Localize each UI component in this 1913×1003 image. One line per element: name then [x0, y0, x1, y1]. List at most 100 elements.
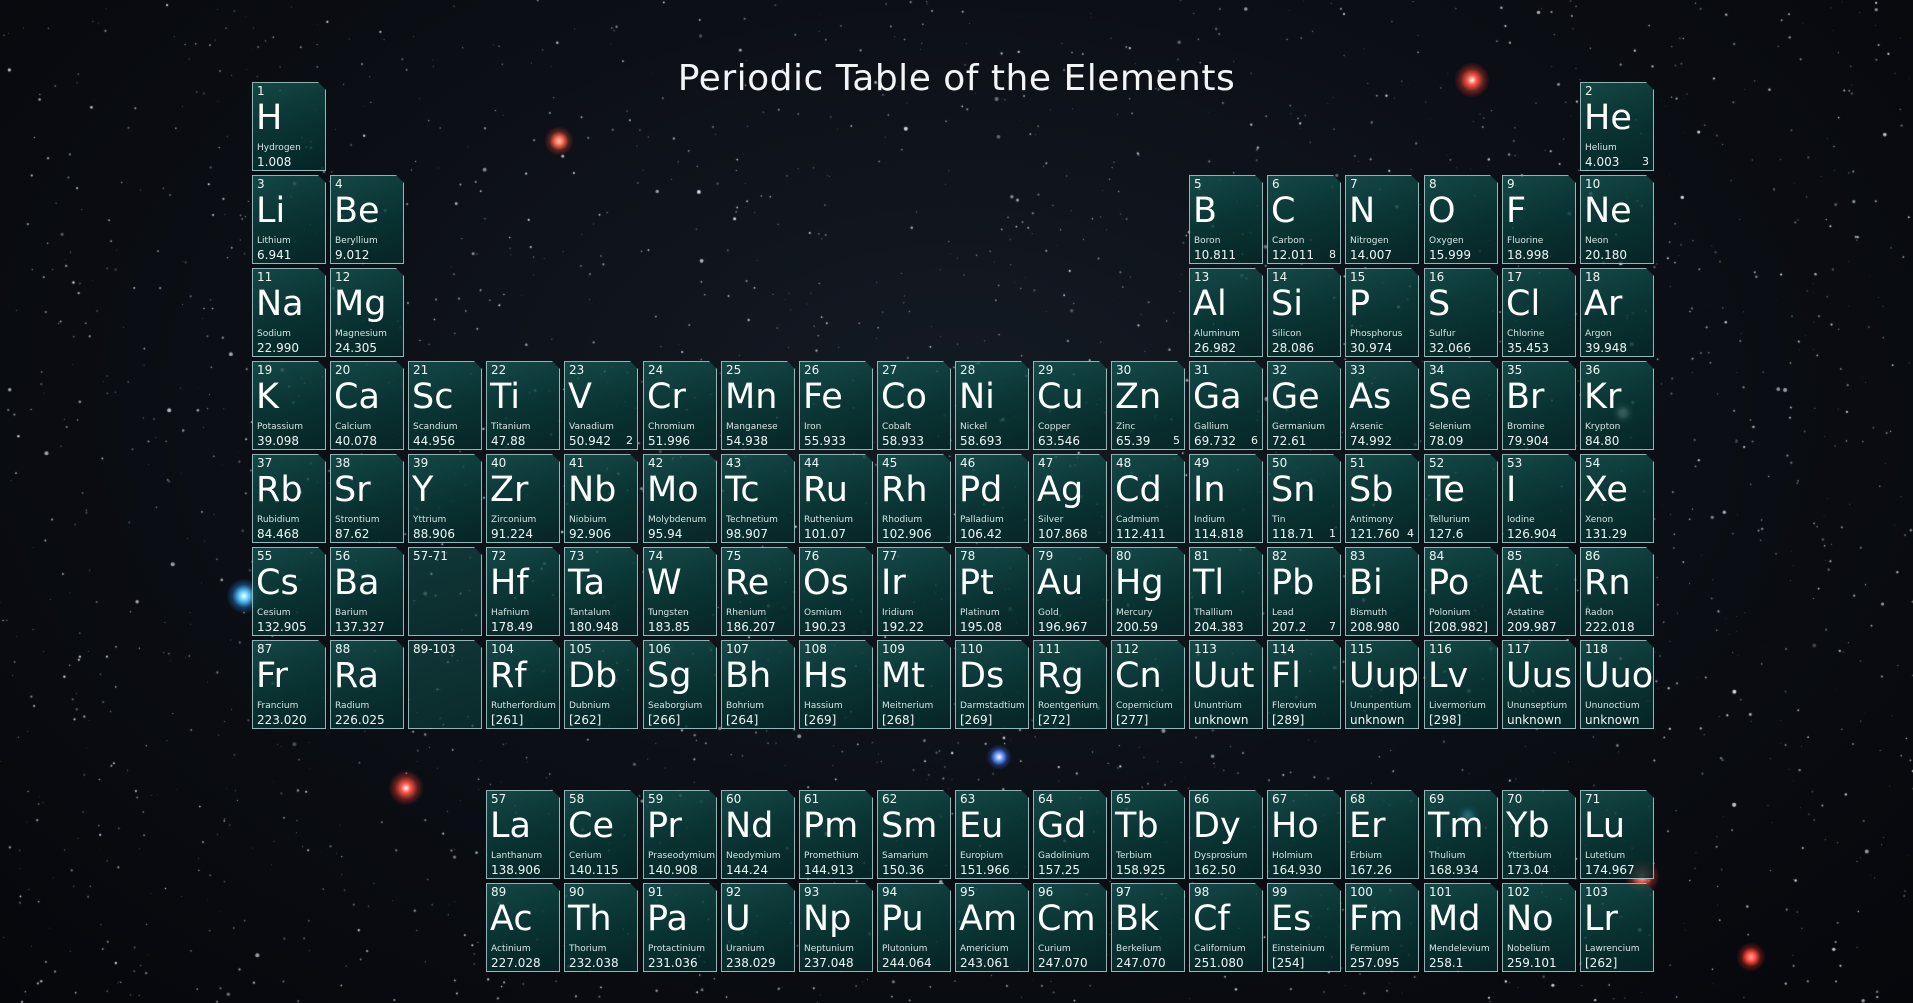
element-cell-pr[interactable]: 59 Pr Praseodymium 140.908 — [643, 790, 717, 879]
element-cell-tl[interactable]: 81 Tl Thallium 204.383 — [1189, 547, 1263, 636]
element-cell-uup[interactable]: 115 Uup Ununpentium unknown — [1345, 640, 1419, 729]
element-cell-be[interactable]: 4 Be Beryllium 9.012 — [330, 175, 404, 264]
element-cell-y[interactable]: 39 Y Yttrium 88.906 — [408, 454, 482, 543]
element-cell-rg[interactable]: 111 Rg Roentgenium [272] — [1033, 640, 1107, 729]
series-placeholder-cell[interactable]: 57-71 — [408, 547, 482, 636]
element-cell-hs[interactable]: 108 Hs Hassium [269] — [799, 640, 873, 729]
element-cell-pt[interactable]: 78 Pt Platinum 195.08 — [955, 547, 1029, 636]
element-cell-ne[interactable]: 10 Ne Neon 20.180 — [1580, 175, 1654, 264]
element-cell-rf[interactable]: 104 Rf Rutherfordium [261] — [486, 640, 560, 729]
element-cell-rh[interactable]: 45 Rh Rhodium 102.906 — [877, 454, 951, 543]
element-cell-eu[interactable]: 63 Eu Europium 151.966 — [955, 790, 1029, 879]
element-cell-s[interactable]: 16 S Sulfur 32.066 — [1424, 268, 1498, 357]
element-cell-ho[interactable]: 67 Ho Holmium 164.930 — [1267, 790, 1341, 879]
element-cell-n[interactable]: 7 N Nitrogen 14.007 — [1345, 175, 1419, 264]
element-cell-ti[interactable]: 22 Ti Titanium 47.88 — [486, 361, 560, 450]
element-cell-te[interactable]: 52 Te Tellurium 127.6 — [1424, 454, 1498, 543]
element-cell-br[interactable]: 35 Br Bromine 79.904 — [1502, 361, 1576, 450]
element-cell-yb[interactable]: 70 Yb Ytterbium 173.04 — [1502, 790, 1576, 879]
element-cell-ag[interactable]: 47 Ag Silver 107.868 — [1033, 454, 1107, 543]
element-cell-u[interactable]: 92 U Uranium 238.029 — [721, 883, 795, 972]
element-cell-hg[interactable]: 80 Hg Mercury 200.59 — [1111, 547, 1185, 636]
element-cell-sc[interactable]: 21 Sc Scandium 44.956 — [408, 361, 482, 450]
element-cell-no[interactable]: 102 No Nobelium 259.101 — [1502, 883, 1576, 972]
element-cell-sn[interactable]: 50 Sn Tin 118.71 1 — [1267, 454, 1341, 543]
element-cell-rn[interactable]: 86 Rn Radon 222.018 — [1580, 547, 1654, 636]
element-cell-as[interactable]: 33 As Arsenic 74.992 — [1345, 361, 1419, 450]
element-cell-he[interactable]: 2 He Helium 4.003 3 — [1580, 82, 1654, 171]
element-cell-la[interactable]: 57 La Lanthanum 138.906 — [486, 790, 560, 879]
element-cell-fm[interactable]: 100 Fm Fermium 257.095 — [1345, 883, 1419, 972]
element-cell-li[interactable]: 3 Li Lithium 6.941 — [252, 175, 326, 264]
element-cell-cs[interactable]: 55 Cs Cesium 132.905 — [252, 547, 326, 636]
element-cell-lv[interactable]: 116 Lv Livermorium [298] — [1424, 640, 1498, 729]
element-cell-ga[interactable]: 31 Ga Gallium 69.732 6 — [1189, 361, 1263, 450]
element-cell-lr[interactable]: 103 Lr Lawrencium [262] — [1580, 883, 1654, 972]
element-cell-bh[interactable]: 107 Bh Bohrium [264] — [721, 640, 795, 729]
element-cell-c[interactable]: 6 C Carbon 12.011 8 — [1267, 175, 1341, 264]
element-cell-ta[interactable]: 73 Ta Tantalum 180.948 — [564, 547, 638, 636]
element-cell-b[interactable]: 5 B Boron 10.811 — [1189, 175, 1263, 264]
element-cell-uus[interactable]: 117 Uus Ununseptium unknown — [1502, 640, 1576, 729]
element-cell-i[interactable]: 53 I Iodine 126.904 — [1502, 454, 1576, 543]
element-cell-lu[interactable]: 71 Lu Lutetium 174.967 — [1580, 790, 1654, 879]
element-cell-es[interactable]: 99 Es Einsteinium [254] — [1267, 883, 1341, 972]
element-cell-dy[interactable]: 66 Dy Dysprosium 162.50 — [1189, 790, 1263, 879]
element-cell-uuo[interactable]: 118 Uuo Ununoctium unknown — [1580, 640, 1654, 729]
element-cell-in[interactable]: 49 In Indium 114.818 — [1189, 454, 1263, 543]
element-cell-na[interactable]: 11 Na Sodium 22.990 — [252, 268, 326, 357]
element-cell-cf[interactable]: 98 Cf Californium 251.080 — [1189, 883, 1263, 972]
element-cell-bk[interactable]: 97 Bk Berkelium 247.070 — [1111, 883, 1185, 972]
element-cell-o[interactable]: 8 O Oxygen 15.999 — [1424, 175, 1498, 264]
element-cell-bi[interactable]: 83 Bi Bismuth 208.980 — [1345, 547, 1419, 636]
element-cell-ba[interactable]: 56 Ba Barium 137.327 — [330, 547, 404, 636]
element-cell-hf[interactable]: 72 Hf Hafnium 178.49 — [486, 547, 560, 636]
element-cell-at[interactable]: 85 At Astatine 209.987 — [1502, 547, 1576, 636]
element-cell-al[interactable]: 13 Al Aluminum 26.982 — [1189, 268, 1263, 357]
element-cell-se[interactable]: 34 Se Selenium 78.09 — [1424, 361, 1498, 450]
element-cell-gd[interactable]: 64 Gd Gadolinium 157.25 — [1033, 790, 1107, 879]
element-cell-cr[interactable]: 24 Cr Chromium 51.996 — [643, 361, 717, 450]
element-cell-fe[interactable]: 26 Fe Iron 55.933 — [799, 361, 873, 450]
element-cell-k[interactable]: 19 K Potassium 39.098 — [252, 361, 326, 450]
element-cell-sg[interactable]: 106 Sg Seaborgium [266] — [643, 640, 717, 729]
element-cell-f[interactable]: 9 F Fluorine 18.998 — [1502, 175, 1576, 264]
element-cell-tm[interactable]: 69 Tm Thulium 168.934 — [1424, 790, 1498, 879]
element-cell-re[interactable]: 75 Re Rhenium 186.207 — [721, 547, 795, 636]
element-cell-po[interactable]: 84 Po Polonium [208.982] — [1424, 547, 1498, 636]
element-cell-pm[interactable]: 61 Pm Promethium 144.913 — [799, 790, 873, 879]
element-cell-mt[interactable]: 109 Mt Meitnerium [268] — [877, 640, 951, 729]
element-cell-ce[interactable]: 58 Ce Cerium 140.115 — [564, 790, 638, 879]
element-cell-ru[interactable]: 44 Ru Ruthenium 101.07 — [799, 454, 873, 543]
element-cell-am[interactable]: 95 Am Americium 243.061 — [955, 883, 1029, 972]
element-cell-si[interactable]: 14 Si Silicon 28.086 — [1267, 268, 1341, 357]
element-cell-sm[interactable]: 62 Sm Samarium 150.36 — [877, 790, 951, 879]
element-cell-cn[interactable]: 112 Cn Copernicium [277] — [1111, 640, 1185, 729]
element-cell-th[interactable]: 90 Th Thorium 232.038 — [564, 883, 638, 972]
element-cell-ge[interactable]: 32 Ge Germanium 72.61 — [1267, 361, 1341, 450]
element-cell-fr[interactable]: 87 Fr Francium 223.020 — [252, 640, 326, 729]
element-cell-pu[interactable]: 94 Pu Plutonium 244.064 — [877, 883, 951, 972]
element-cell-tc[interactable]: 43 Tc Technetium 98.907 — [721, 454, 795, 543]
element-cell-cm[interactable]: 96 Cm Curium 247.070 — [1033, 883, 1107, 972]
element-cell-w[interactable]: 74 W Tungsten 183.85 — [643, 547, 717, 636]
element-cell-nb[interactable]: 41 Nb Niobium 92.906 — [564, 454, 638, 543]
element-cell-kr[interactable]: 36 Kr Krypton 84.80 — [1580, 361, 1654, 450]
element-cell-rb[interactable]: 37 Rb Rubidium 84.468 — [252, 454, 326, 543]
element-cell-au[interactable]: 79 Au Gold 196.967 — [1033, 547, 1107, 636]
element-cell-ni[interactable]: 28 Ni Nickel 58.693 — [955, 361, 1029, 450]
element-cell-uut[interactable]: 113 Uut Ununtrium unknown — [1189, 640, 1263, 729]
element-cell-np[interactable]: 93 Np Neptunium 237.048 — [799, 883, 873, 972]
element-cell-ir[interactable]: 77 Ir Iridium 192.22 — [877, 547, 951, 636]
element-cell-sr[interactable]: 38 Sr Strontium 87.62 — [330, 454, 404, 543]
element-cell-zn[interactable]: 30 Zn Zinc 65.39 5 — [1111, 361, 1185, 450]
element-cell-nd[interactable]: 60 Nd Neodymium 144.24 — [721, 790, 795, 879]
element-cell-os[interactable]: 76 Os Osmium 190.23 — [799, 547, 873, 636]
element-cell-fl[interactable]: 114 Fl Flerovium [289] — [1267, 640, 1341, 729]
element-cell-v[interactable]: 23 V Vanadium 50.942 2 — [564, 361, 638, 450]
element-cell-cd[interactable]: 48 Cd Cadmium 112.411 — [1111, 454, 1185, 543]
element-cell-cu[interactable]: 29 Cu Copper 63.546 — [1033, 361, 1107, 450]
element-cell-co[interactable]: 27 Co Cobalt 58.933 — [877, 361, 951, 450]
element-cell-tb[interactable]: 65 Tb Terbium 158.925 — [1111, 790, 1185, 879]
element-cell-zr[interactable]: 40 Zr Zirconium 91.224 — [486, 454, 560, 543]
